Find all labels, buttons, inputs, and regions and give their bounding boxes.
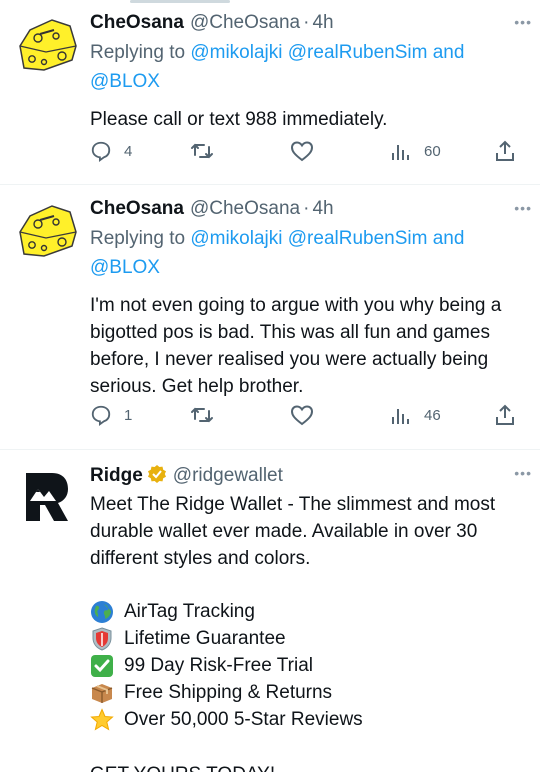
feature-label: Over 50,000 5-Star Reviews [124, 709, 363, 730]
more-options-icon[interactable]: ••• [514, 14, 532, 30]
view-count: 60 [424, 142, 441, 160]
tweet-text: Please call or text 988 immediately. [90, 109, 388, 130]
tweet-header: Ridge @ridgewallet [90, 461, 528, 489]
retweet-icon [191, 143, 213, 159]
retweet-button[interactable] [190, 404, 214, 426]
feature-item: Over 50,000 5-Star Reviews [90, 706, 528, 733]
display-name[interactable]: CheOsana [90, 10, 184, 36]
ridge-logo-icon[interactable] [22, 471, 70, 523]
replying-to-label: Replying to [90, 228, 186, 249]
mention-link[interactable]: @realRubenSim [288, 42, 428, 63]
separator-dot: · [303, 12, 310, 33]
like-button[interactable] [290, 404, 314, 426]
cheese-avatar-icon[interactable] [14, 198, 80, 264]
mention-link[interactable]: @mikolajki [190, 42, 282, 63]
replying-to: Replying to @mikolajki @realRubenSim and… [90, 38, 528, 96]
views-button[interactable]: 60 [390, 140, 441, 162]
more-options-icon[interactable]: ••• [514, 465, 532, 481]
share-button[interactable] [494, 140, 516, 162]
user-handle[interactable]: @CheOsana [190, 196, 300, 222]
feature-item: Lifetime Guarantee [90, 625, 528, 652]
feature-label: AirTag Tracking [124, 601, 255, 622]
star-icon [90, 707, 114, 732]
verified-badge-icon [147, 464, 167, 484]
cheese-avatar-icon[interactable] [14, 12, 80, 78]
views-icon [392, 409, 409, 424]
share-icon [496, 404, 514, 425]
feature-label: Lifetime Guarantee [124, 628, 286, 649]
user-handle[interactable]: @ridgewallet [173, 463, 283, 489]
shield-icon [90, 626, 114, 651]
view-count: 46 [424, 406, 441, 424]
retweet-icon [191, 407, 213, 423]
tweet-actions: 4 60 [90, 140, 520, 168]
tweet[interactable]: CheOsana @CheOsana · 4h Replying to @mik… [0, 186, 540, 450]
feature-label: Free Shipping & Returns [124, 682, 333, 703]
user-handle[interactable]: @CheOsana [190, 10, 300, 36]
share-icon [496, 140, 514, 161]
feature-label: 99 Day Risk-Free Trial [124, 655, 313, 676]
tweet-actions: 1 46 [90, 404, 520, 432]
mention-link[interactable]: @realRubenSim [288, 228, 428, 249]
replying-to-label: Replying to [90, 42, 186, 63]
share-button[interactable] [494, 404, 516, 426]
tweet[interactable]: CheOsana @CheOsana · 4h Replying to @mik… [0, 0, 540, 185]
cta-text: GET YOURS TODAY! [90, 761, 528, 772]
timestamp[interactable]: 4h [312, 196, 333, 222]
replying-to: Replying to @mikolajki @realRubenSim and… [90, 224, 528, 282]
feature-item: Free Shipping & Returns [90, 679, 528, 706]
like-button[interactable] [290, 140, 314, 162]
tweet-header: CheOsana @CheOsana · 4h [90, 10, 528, 36]
reply-count: 4 [124, 142, 133, 160]
reply-button[interactable]: 1 [90, 404, 132, 426]
separator-dot: · [303, 198, 310, 219]
mention-link[interactable]: @BLOX [90, 257, 160, 278]
reply-count: 1 [124, 406, 133, 424]
display-name[interactable]: Ridge [90, 463, 143, 489]
promoted-tweet[interactable]: Ridge @ridgewallet Meet The Ridge Wallet… [0, 451, 540, 772]
mention-link[interactable]: @mikolajki [190, 228, 282, 249]
heart-icon [290, 141, 314, 162]
heart-icon [290, 405, 314, 426]
reply-icon [91, 141, 111, 162]
mention-and[interactable]: and [433, 228, 465, 249]
more-options-icon[interactable]: ••• [514, 200, 532, 216]
tweet-text: I'm not even going to argue with you why… [90, 295, 502, 397]
views-icon [392, 145, 409, 160]
globe-icon [90, 600, 114, 624]
check-box-icon [90, 654, 114, 678]
tweet-text: Meet The Ridge Wallet - The slimmest and… [90, 494, 496, 569]
views-button[interactable]: 46 [390, 404, 441, 426]
feature-item: AirTag Tracking [90, 598, 528, 625]
reply-icon [91, 405, 111, 426]
feature-item: 99 Day Risk-Free Trial [90, 652, 528, 679]
feature-list: AirTag Tracking Lifetime Guarantee 99 Da… [90, 598, 528, 733]
retweet-button[interactable] [190, 140, 214, 162]
mention-link[interactable]: @BLOX [90, 71, 160, 92]
package-icon [90, 681, 114, 705]
reply-button[interactable]: 4 [90, 140, 132, 162]
mention-and[interactable]: and [433, 42, 465, 63]
timestamp[interactable]: 4h [312, 10, 333, 36]
display-name[interactable]: CheOsana [90, 196, 184, 222]
tweet-header: CheOsana @CheOsana · 4h [90, 196, 528, 222]
